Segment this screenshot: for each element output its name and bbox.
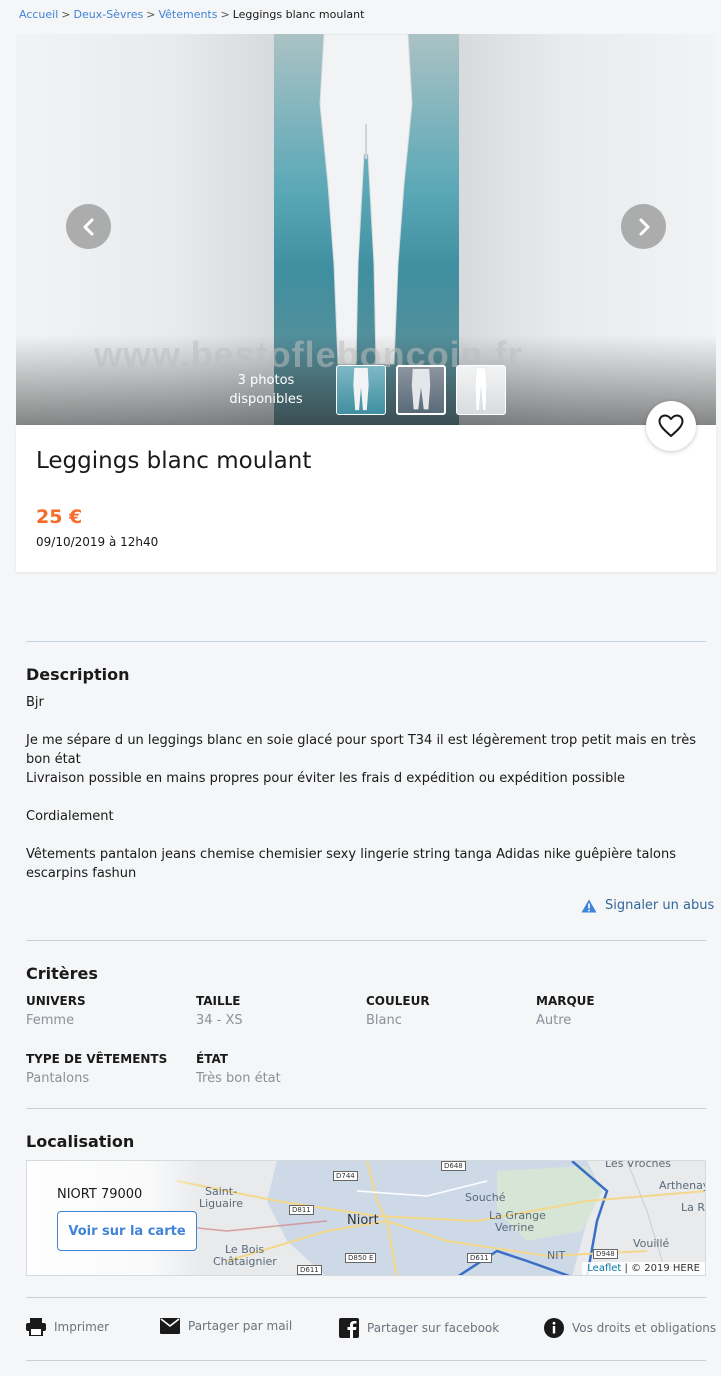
criteria-value-type: Pantalons [26, 1071, 90, 1086]
criteria-heading: Critères [26, 964, 98, 983]
criteria-label-marque: MARQUE [536, 994, 595, 1008]
next-photo-button[interactable] [621, 204, 666, 249]
map-road-badge: D744 [333, 1171, 358, 1181]
share-bar: Imprimer Partager par mail Partager sur … [26, 1318, 716, 1340]
criteria-label-etat: ÉTAT [196, 1052, 228, 1066]
envelope-icon [160, 1318, 180, 1334]
description-paragraph: Vêtements pantalon jeans chemise chemisi… [26, 847, 676, 881]
map-attribution: Leaflet | © 2019 HERE [582, 1262, 705, 1275]
description-paragraph: Cordialement [26, 809, 114, 824]
rights-obligations-link[interactable]: Vos droits et obligations [544, 1318, 716, 1338]
report-abuse-link[interactable]: Signaler un abus [581, 898, 714, 913]
map-road-badge: D611 [467, 1253, 492, 1263]
section-divider [26, 641, 706, 642]
map-label-la-r: La R [681, 1201, 706, 1214]
printer-icon [26, 1318, 46, 1336]
map-road-badge: D611 [297, 1265, 322, 1275]
breadcrumb: Accueil > Deux-Sèvres > Vêtements > Leggings b… [19, 8, 364, 21]
map-label-les-vrocnes: Les Vrocnes [605, 1160, 671, 1170]
photo-count-label: disponibles [229, 392, 303, 407]
photo-gallery: www.bestofleboncoin.fr 3 photos disponib… [16, 34, 716, 425]
section-divider [26, 940, 706, 941]
map-label-vouille: Vouillé [633, 1237, 670, 1250]
report-abuse-label: Signaler un abus [605, 898, 715, 913]
breadcrumb-link-deux-sevres[interactable]: Deux-Sèvres [74, 8, 144, 21]
map-road-badge: D811 [289, 1205, 314, 1215]
criteria-label-type: TYPE DE VÊTEMENTS [26, 1052, 168, 1066]
map-label-liguaire: Liguaire [199, 1197, 243, 1210]
thumbnail-3-image [474, 367, 488, 411]
criteria-label-univers: UNIVERS [26, 994, 86, 1008]
photo-count-number: 3 photos [237, 373, 295, 388]
criteria-value-etat: Très bon état [196, 1071, 281, 1086]
section-divider [26, 1297, 706, 1298]
print-link[interactable]: Imprimer [26, 1318, 109, 1336]
chevron-left-icon [83, 218, 93, 235]
map-label-niort: Niort [347, 1213, 379, 1228]
breadcrumb-separator: > [146, 8, 156, 21]
map-label-arthenay: Arthenay [659, 1179, 706, 1192]
print-label: Imprimer [54, 1320, 110, 1334]
thumbnail-1-image [353, 367, 369, 411]
facebook-icon [339, 1318, 359, 1338]
thumbnail-3[interactable] [456, 365, 506, 415]
breadcrumb-current: Leggings blanc moulant [232, 8, 365, 21]
description-paragraph: Livraison possible en mains propres pour… [26, 771, 626, 786]
breadcrumb-link-vetements[interactable]: Vêtements [158, 8, 217, 21]
description-paragraph: Je me sépare d un leggings blanc en soie… [26, 733, 696, 767]
breadcrumb-separator: > [61, 8, 71, 21]
criteria-label-couleur: COULEUR [366, 994, 430, 1008]
criteria-value-taille: 34 - XS [196, 1013, 243, 1028]
map-label-chataignier: Châtaignier [213, 1255, 277, 1268]
map-road-badge: D850 E [345, 1253, 377, 1263]
map-road-badge: D948 [593, 1249, 618, 1259]
map-label-nit: NIT [547, 1249, 566, 1262]
share-facebook-label: Partager sur facebook [367, 1321, 500, 1335]
thumbnail-1[interactable] [336, 365, 386, 415]
favorite-button[interactable] [646, 401, 696, 451]
criteria-value-univers: Femme [26, 1013, 75, 1028]
thumbnail-2[interactable] [396, 365, 446, 415]
location-map[interactable]: Niort Souché La Grange Verrine Arthenay … [26, 1160, 706, 1276]
breadcrumb-link-accueil[interactable]: Accueil [19, 8, 58, 21]
criteria-value-couleur: Blanc [366, 1013, 402, 1028]
map-label-verrine: Verrine [495, 1221, 535, 1234]
chevron-right-icon [639, 218, 649, 235]
rights-obligations-label: Vos droits et obligations [572, 1321, 717, 1335]
criteria-value-marque: Autre [536, 1013, 572, 1028]
share-mail-link[interactable]: Partager par mail [160, 1318, 292, 1334]
view-on-map-button[interactable]: Voir sur la carte [57, 1211, 197, 1251]
share-facebook-link[interactable]: Partager sur facebook [339, 1318, 499, 1338]
thumbnail-strip [336, 365, 506, 415]
info-icon [544, 1318, 564, 1338]
map-label-souche: Souché [465, 1191, 506, 1204]
ad-title: Leggings blanc moulant [36, 448, 312, 474]
warning-triangle-icon [581, 899, 597, 912]
section-divider [26, 1360, 706, 1361]
location-heading: Localisation [26, 1132, 135, 1151]
ad-price: 25 € [36, 506, 83, 528]
share-mail-label: Partager par mail [188, 1319, 293, 1333]
leaflet-link[interactable]: Leaflet [587, 1263, 621, 1274]
map-road-badge: D648 [441, 1161, 466, 1171]
location-address: NIORT 79000 [57, 1187, 143, 1202]
description-heading: Description [26, 665, 130, 684]
previous-photo-button[interactable] [66, 204, 111, 249]
criteria-label-taille: TAILLE [196, 994, 241, 1008]
ad-date: 09/10/2019 à 12h40 [36, 535, 159, 549]
photo-count: 3 photos disponibles [221, 371, 311, 409]
map-copyright: © 2019 HERE [631, 1263, 700, 1274]
description-paragraph: Bjr [26, 695, 44, 710]
breadcrumb-separator: > [220, 8, 230, 21]
thumbnail-2-image [411, 368, 431, 410]
heart-icon [658, 414, 684, 437]
section-divider [26, 1108, 706, 1109]
